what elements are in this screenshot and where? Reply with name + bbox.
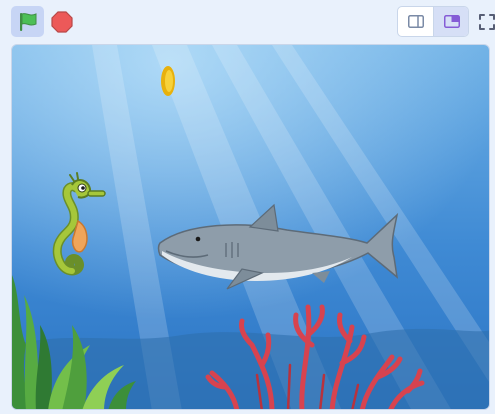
stage-size-toggle <box>397 6 469 37</box>
coin-sprite[interactable] <box>161 66 175 96</box>
underwater-backdrop <box>12 45 489 409</box>
fullscreen-button[interactable] <box>474 6 495 37</box>
large-stage-button[interactable] <box>434 7 468 36</box>
small-stage-button[interactable] <box>398 7 433 36</box>
stop-sign-icon <box>51 10 73 33</box>
stage-canvas[interactable] <box>11 44 490 410</box>
green-flag-icon <box>19 12 36 31</box>
stage-toolbar <box>0 0 495 44</box>
small-stage-icon <box>407 15 424 28</box>
green-flag-button[interactable] <box>11 6 44 37</box>
fullscreen-icon <box>479 13 495 30</box>
stop-button[interactable] <box>48 6 76 37</box>
large-stage-icon <box>443 15 460 28</box>
